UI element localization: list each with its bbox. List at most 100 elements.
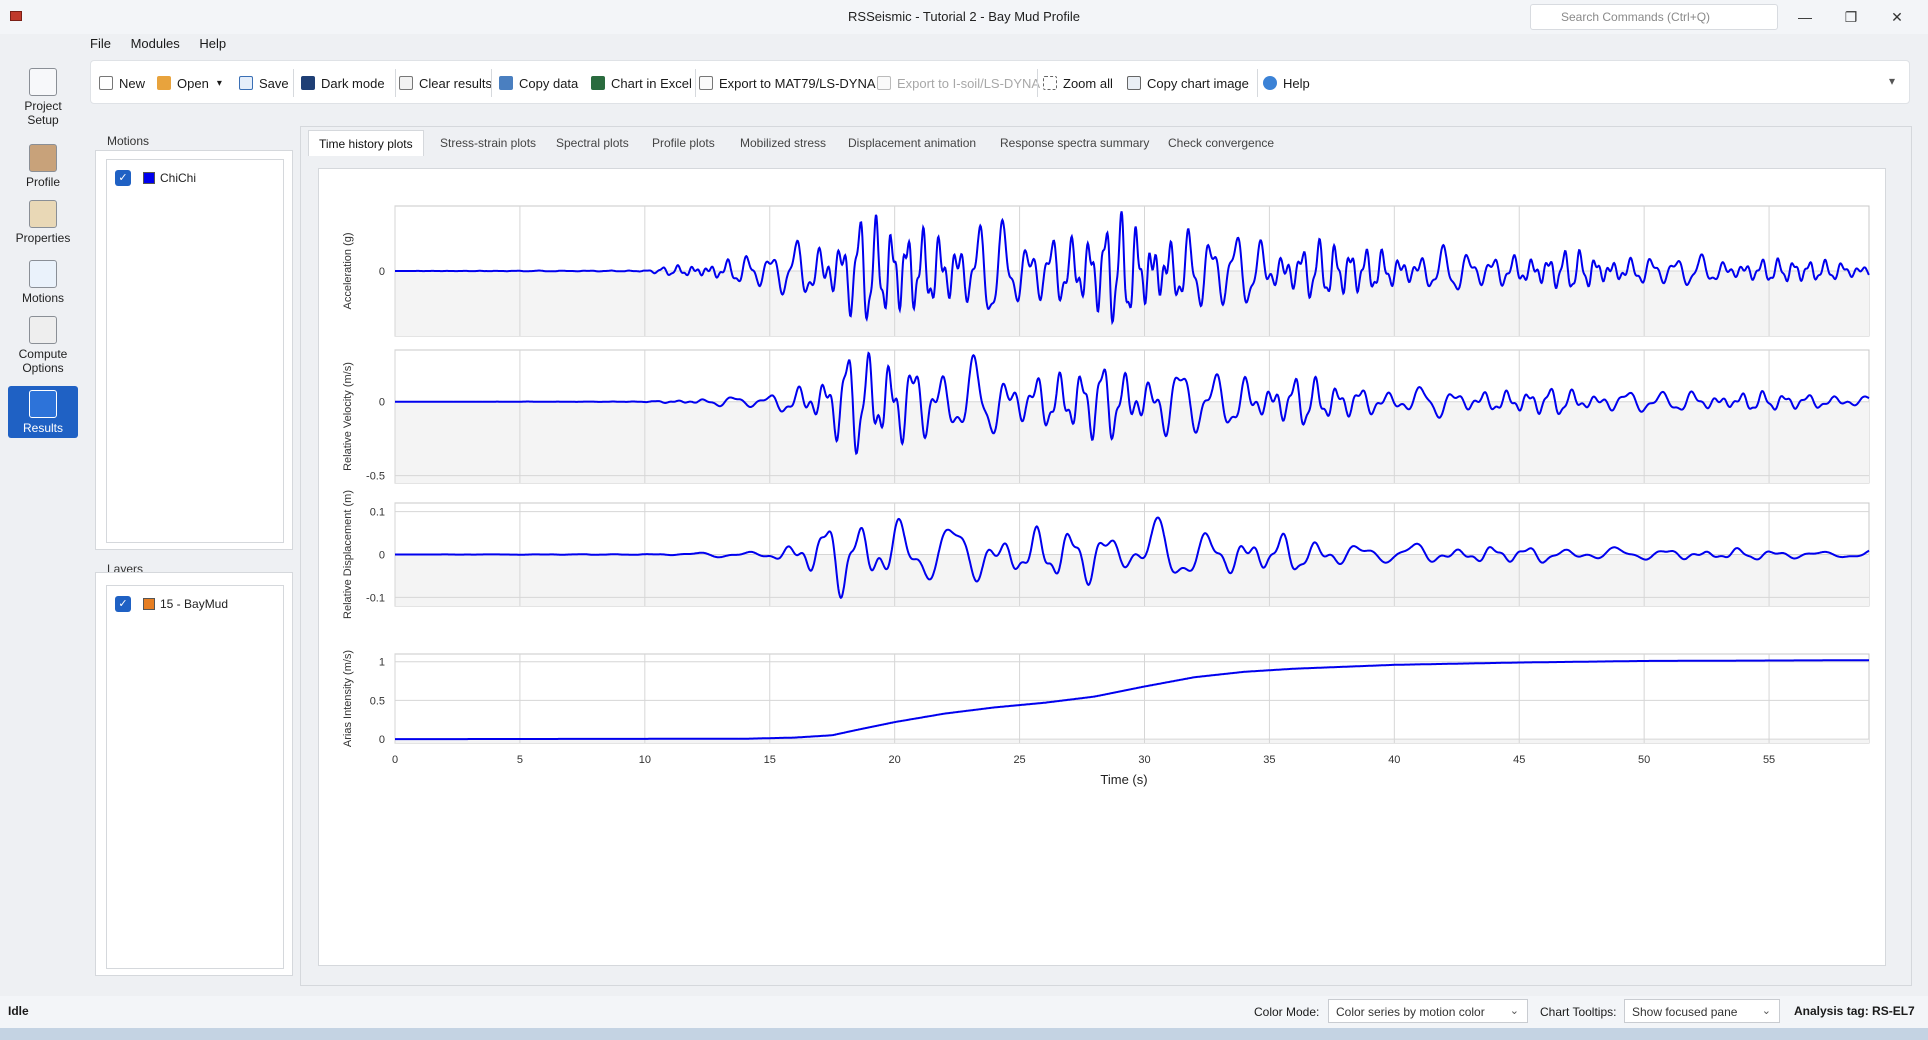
motions-waveform-icon (29, 260, 57, 288)
chart-pane (394, 653, 1870, 744)
help-button[interactable]: Help (1263, 72, 1310, 94)
chart-in-excel-button[interactable]: Chart in Excel (591, 72, 692, 94)
y-tick-label: 0 (379, 734, 385, 746)
motion-label: ChiChi (160, 171, 197, 185)
toolbar-separator (695, 69, 696, 97)
search-commands-input[interactable]: Search Commands (Ctrl+Q) (1530, 4, 1778, 30)
zoom-all-button[interactable]: Zoom all (1043, 72, 1113, 94)
export-mat79-button[interactable]: Export to MAT79/LS-DYNA (699, 72, 876, 94)
toolbar-separator (491, 69, 492, 97)
tab-stress-strain-plots[interactable]: Stress-strain plots (430, 130, 546, 156)
color-mode-dropdown[interactable]: Color series by motion color ⌄ (1328, 999, 1528, 1023)
x-axis-label: Time (s) (1100, 772, 1147, 787)
y-axis-label: Relative Displacement (m) (342, 490, 354, 619)
tab-spectral-plots[interactable]: Spectral plots (546, 130, 639, 156)
export-icon (699, 76, 713, 90)
toolbar: New Open ▾ Save Dark mode Clear results C… (90, 60, 1910, 104)
motions-panel-title: Motions (107, 134, 150, 148)
save-icon (239, 76, 253, 90)
chevron-down-icon: ⌄ (1761, 1005, 1771, 1017)
clear-results-button[interactable]: Clear results (399, 72, 492, 94)
close-button[interactable]: ✕ (1874, 4, 1920, 30)
color-mode-label: Color Mode: (1254, 1005, 1320, 1019)
tab-response-spectra-summary[interactable]: Response spectra summary (990, 130, 1159, 156)
x-tick-label: 50 (1638, 754, 1650, 766)
x-tick-label: 35 (1263, 754, 1275, 766)
layer-label: 15 - BayMud (160, 597, 229, 611)
taskbar-strip (0, 1028, 1928, 1040)
nav-profile[interactable]: Profile (8, 140, 78, 192)
tab-mobilized-stress[interactable]: Mobilized stress (730, 130, 836, 156)
tab-time-history-plots[interactable]: Time history plots (308, 130, 424, 156)
x-tick-label: 5 (517, 754, 523, 766)
x-tick-label: 55 (1763, 754, 1775, 766)
layer-checkbox[interactable]: ✓ (115, 596, 131, 612)
open-button[interactable]: Open ▾ (157, 72, 222, 94)
y-axis-label: Acceleration (g) (342, 232, 354, 309)
y-axis-label: Relative Velocity (m/s) (342, 362, 354, 471)
excel-icon (591, 76, 605, 90)
profile-layers-icon (29, 144, 57, 172)
save-button[interactable]: Save (239, 72, 289, 94)
nav-motions[interactable]: Motions (8, 256, 78, 308)
time-history-charts[interactable]: 0 Acceleration (g) 0 -0.5 Relative Velocity … (319, 169, 1885, 965)
export-icon (877, 76, 891, 90)
dark-mode-button[interactable]: Dark mode (301, 72, 385, 94)
menu-modules[interactable]: Modules (131, 36, 180, 51)
properties-icon (29, 200, 57, 228)
maximize-button[interactable]: ❐ (1828, 4, 1874, 30)
nav-properties[interactable]: Properties (8, 196, 78, 248)
minimize-button[interactable]: — (1782, 4, 1828, 30)
y-tick-label: -0.5 (366, 471, 385, 483)
x-tick-label: 30 (1138, 754, 1150, 766)
export-isoil-button[interactable]: Export to I-soil/LS-DYNA (877, 72, 1040, 94)
toolbar-expand-icon[interactable]: ▾ (1889, 74, 1895, 88)
layer-color-swatch (143, 598, 155, 610)
copy-image-icon (1127, 76, 1141, 90)
nav-compute-options[interactable]: Compute Options (8, 312, 78, 378)
copy-chart-image-button[interactable]: Copy chart image (1127, 72, 1249, 94)
tab-check-convergence[interactable]: Check convergence (1158, 130, 1284, 156)
x-tick-label: 40 (1388, 754, 1400, 766)
compute-calculator-icon (29, 316, 57, 344)
layers-panel: ✓ 15 - BayMud (95, 572, 293, 976)
x-tick-label: 0 (392, 754, 398, 766)
nav-project-setup[interactable]: Project Setup (8, 64, 78, 134)
x-tick-label: 25 (1013, 754, 1025, 766)
new-file-icon (99, 76, 113, 90)
y-tick-label: 0 (379, 397, 385, 409)
new-button[interactable]: New (99, 72, 145, 94)
motions-list: ✓ ChiChi (106, 159, 284, 543)
dark-mode-icon (301, 76, 315, 90)
y-tick-label: 0.5 (370, 695, 385, 707)
y-axis-label: Arias Intensity (m/s) (342, 650, 354, 747)
y-tick-label: 0 (379, 266, 385, 278)
y-tick-label: 0 (379, 550, 385, 562)
copy-data-button[interactable]: Copy data (499, 72, 578, 94)
toolbar-separator (1037, 69, 1038, 97)
results-chart-icon (29, 390, 57, 418)
status-bar: Idle Color Mode: Color series by motion … (0, 996, 1928, 1028)
menu-file[interactable]: File (90, 36, 111, 51)
clear-icon (399, 76, 413, 90)
toolbar-separator (395, 69, 396, 97)
chevron-down-icon: ⌄ (1509, 1005, 1519, 1017)
x-tick-label: 15 (764, 754, 776, 766)
tab-profile-plots[interactable]: Profile plots (642, 130, 725, 156)
tab-displacement-animation[interactable]: Displacement animation (838, 130, 986, 156)
zoom-all-icon (1043, 76, 1057, 90)
y-tick-label: 0.1 (370, 507, 385, 519)
x-tick-label: 10 (639, 754, 651, 766)
chevron-down-icon: ▾ (216, 77, 222, 89)
help-icon (1263, 76, 1277, 90)
title-bar: RSSeismic - Tutorial 2 - Bay Mud Profile… (0, 0, 1928, 34)
motion-checkbox[interactable]: ✓ (115, 170, 131, 186)
x-tick-label: 20 (889, 754, 901, 766)
nav-results[interactable]: Results (8, 386, 78, 438)
chart-tooltips-dropdown[interactable]: Show focused pane ⌄ (1624, 999, 1780, 1023)
x-tick-label: 45 (1513, 754, 1525, 766)
motion-color-swatch (143, 172, 155, 184)
status-text: Idle (8, 1004, 29, 1018)
menu-help[interactable]: Help (199, 36, 226, 51)
y-tick-label: 1 (379, 657, 385, 669)
